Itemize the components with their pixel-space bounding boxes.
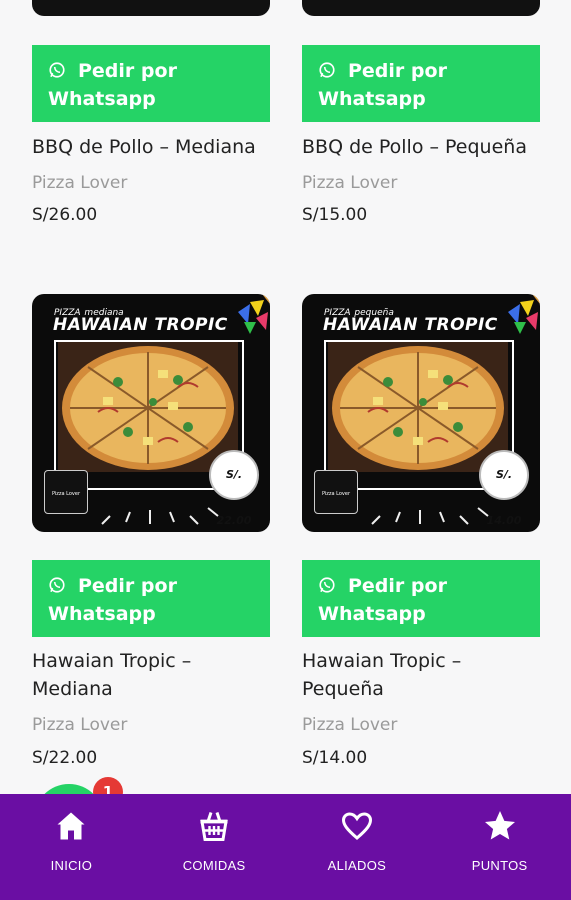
whatsapp-order-button[interactable]: Pedir por Whatsapp xyxy=(32,45,270,122)
whatsapp-icon xyxy=(319,62,335,78)
product-title[interactable]: Hawaian Tropic – Mediana xyxy=(32,647,270,703)
decorative-triangles xyxy=(238,294,270,334)
nav-label: INICIO xyxy=(50,858,93,873)
whatsapp-icon xyxy=(49,577,65,593)
whatsapp-icon xyxy=(319,577,335,593)
decorative-triangles xyxy=(508,294,540,334)
product-title-line2: Mediana xyxy=(32,678,113,700)
product-image-hawaian-mediana[interactable]: PIZZA mediana HAWAIAN TROPIC Pizza Lover… xyxy=(32,294,270,532)
home-icon xyxy=(57,812,85,840)
product-title-line1: Hawaian Tropic – xyxy=(32,650,192,672)
whatsapp-order-button[interactable]: Pedir por Whatsapp xyxy=(302,560,540,637)
button-label-line1: Pedir por xyxy=(78,60,177,82)
decorative-rays xyxy=(101,507,219,525)
pizza-photo xyxy=(58,342,238,472)
button-label-line2: Whatsapp xyxy=(48,603,156,625)
product-title[interactable]: Hawaian Tropic – Pequeña xyxy=(302,647,540,703)
product-price: S/22.00 xyxy=(32,748,98,768)
whatsapp-icon xyxy=(49,62,65,78)
nav-item-puntos[interactable]: PUNTOS xyxy=(428,794,571,900)
heart-icon xyxy=(341,812,372,840)
whatsapp-order-button[interactable]: Pedir por Whatsapp xyxy=(302,45,540,122)
promo-pizza-name: HAWAIAN TROPIC xyxy=(53,315,228,335)
button-label-line1: Pedir por xyxy=(78,575,177,597)
product-price: S/15.00 xyxy=(302,205,368,225)
basket-icon xyxy=(200,812,228,841)
product-price: S/14.00 xyxy=(302,748,368,768)
price-badge: S/. 14.00 xyxy=(479,450,529,527)
nav-item-aliados[interactable]: ALIADOS xyxy=(286,794,429,900)
decorative-rays xyxy=(371,507,489,525)
store-logo-text: Pizza Lover xyxy=(321,491,351,497)
button-label-line1: Pedir por xyxy=(348,575,447,597)
product-price: S/26.00 xyxy=(32,205,98,225)
product-image-bbq-mediana[interactable] xyxy=(32,0,270,16)
product-title-line2: Pequeña xyxy=(302,678,384,700)
button-label-line2: Whatsapp xyxy=(48,88,156,110)
store-name: Pizza Lover xyxy=(302,173,398,193)
promo-pizza-name: HAWAIAN TROPIC xyxy=(323,315,498,335)
product-title[interactable]: BBQ de Pollo – Pequeña xyxy=(302,133,540,161)
pizza-photo xyxy=(328,342,508,472)
product-image-hawaian-pequena[interactable]: PIZZA pequeña HAWAIAN TROPIC Pizza Lover… xyxy=(302,294,540,532)
star-icon xyxy=(484,811,515,840)
nav-label: PUNTOS xyxy=(471,858,528,873)
product-title[interactable]: BBQ de Pollo – Mediana xyxy=(32,133,270,161)
store-logo-text: Pizza Lover xyxy=(51,491,81,497)
store-name: Pizza Lover xyxy=(32,173,128,193)
nav-label: ALIADOS xyxy=(327,858,387,873)
price-badge: S/. 22.00 xyxy=(209,450,259,527)
button-label-line2: Whatsapp xyxy=(318,88,426,110)
nav-item-inicio[interactable]: INICIO xyxy=(0,794,143,900)
store-name: Pizza Lover xyxy=(302,715,398,735)
product-image-bbq-pequena[interactable] xyxy=(302,0,540,16)
bottom-navigation: INICIO COMIDAS ALIADOS PUNTOS xyxy=(0,794,571,900)
product-title-line1: Hawaian Tropic – xyxy=(302,650,462,672)
store-name: Pizza Lover xyxy=(32,715,128,735)
nav-label: COMIDAS xyxy=(182,858,246,873)
nav-item-comidas[interactable]: COMIDAS xyxy=(143,794,286,900)
button-label-line1: Pedir por xyxy=(348,60,447,82)
whatsapp-order-button[interactable]: Pedir por Whatsapp xyxy=(32,560,270,637)
button-label-line2: Whatsapp xyxy=(318,603,426,625)
